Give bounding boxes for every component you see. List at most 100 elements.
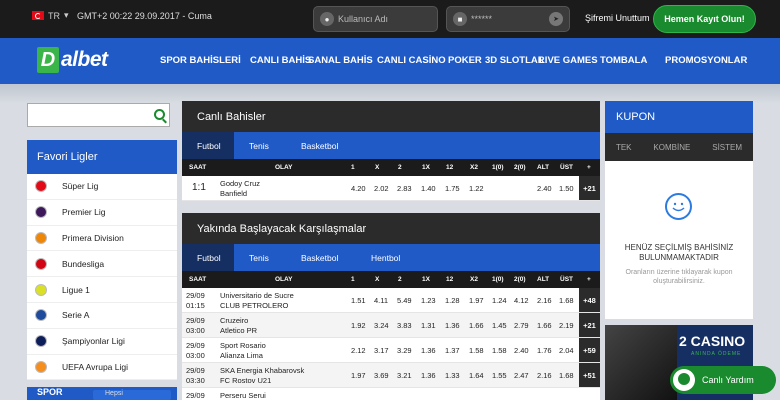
register-button[interactable]: Hemen Kayıt Olun! — [653, 5, 756, 33]
odds-cell[interactable]: 1.50 — [559, 184, 574, 193]
league-item[interactable]: Bundesliga — [27, 251, 177, 278]
coupon-hint: Oranların üzerine tıklayarak kupon oluşt… — [625, 269, 733, 285]
odds-cell[interactable]: 2.83 — [397, 184, 412, 193]
odds-cell[interactable]: 1.55 — [492, 371, 507, 380]
sport-tab[interactable]: Tenis — [234, 244, 286, 271]
nav-item[interactable]: 3D SLOTLAR — [485, 55, 545, 66]
odds-cell[interactable]: 4.12 — [514, 296, 529, 305]
column-header: 2(0) — [514, 276, 526, 283]
sport-tab[interactable]: Futbol — [182, 132, 234, 159]
odds-cell[interactable]: 3.17 — [374, 346, 389, 355]
odds-cell[interactable]: 1.40 — [421, 184, 436, 193]
forgot-password-link[interactable]: Şifremi Unuttum — [585, 13, 650, 23]
odds-cell[interactable]: 2.40 — [537, 184, 552, 193]
league-item[interactable]: Ligue 1 — [27, 277, 177, 303]
nav-item[interactable]: CANLI CASİNO — [377, 55, 446, 66]
match-teams[interactable]: Godoy Cruz Banfield — [220, 179, 260, 198]
odds-cell[interactable]: 1.51 — [351, 296, 366, 305]
more-markets-button[interactable]: +48 — [579, 288, 600, 312]
more-markets-button[interactable]: +51 — [579, 363, 600, 387]
match-teams[interactable]: Perseru Serui — [220, 391, 266, 400]
odds-cell[interactable]: 2.04 — [559, 346, 574, 355]
odds-cell[interactable]: 4.11 — [374, 296, 388, 305]
odds-cell[interactable]: 1.64 — [469, 371, 484, 380]
league-item[interactable]: Primera Division — [27, 226, 177, 252]
upcoming-sport-tabs: Futbol Tenis Basketbol Hentbol — [182, 244, 600, 271]
match-teams[interactable]: SKA Energia Khabarovsk FC Rostov U21 — [220, 366, 304, 385]
nav-item[interactable]: PROMOSYONLAR — [665, 55, 747, 66]
league-item[interactable]: Şampiyonlar Ligi — [27, 329, 177, 355]
odds-cell[interactable]: 1.36 — [421, 346, 436, 355]
sport-tab[interactable]: Basketbol — [286, 132, 356, 159]
language-selector[interactable]: TR ▾ — [32, 10, 69, 21]
odds-cell[interactable]: 3.83 — [397, 321, 412, 330]
odds-cell[interactable]: 3.69 — [374, 371, 389, 380]
odds-cell[interactable]: 1.92 — [351, 321, 366, 330]
odds-cell[interactable]: 1.28 — [445, 296, 460, 305]
coupon-tab[interactable]: KOMBİNE — [653, 143, 690, 152]
odds-cell[interactable]: 1.23 — [421, 296, 436, 305]
username-field[interactable]: ● Kullanıcı Adı — [313, 6, 438, 32]
coupon-tab[interactable]: SİSTEM — [712, 143, 742, 152]
league-item[interactable]: UEFA Avrupa Ligi — [27, 355, 177, 381]
league-item[interactable]: Süper Lig — [27, 174, 177, 200]
sport-tab[interactable]: Hentbol — [356, 244, 418, 271]
odds-cell[interactable]: 2.16 — [537, 296, 552, 305]
odds-cell[interactable]: 2.79 — [514, 321, 529, 330]
odds-cell[interactable]: 3.21 — [397, 371, 412, 380]
odds-cell[interactable]: 1.36 — [421, 371, 436, 380]
more-markets-button[interactable]: +59 — [579, 338, 600, 362]
odds-cell[interactable]: 2.12 — [351, 346, 366, 355]
odds-cell[interactable]: 2.16 — [537, 371, 552, 380]
odds-cell[interactable]: 1.97 — [469, 296, 484, 305]
sport-tab[interactable]: Tenis — [234, 132, 286, 159]
odds-cell[interactable]: 1.58 — [492, 346, 507, 355]
password-field[interactable]: ■ ****** ➤ — [446, 6, 570, 32]
league-item[interactable]: Premier Lig — [27, 200, 177, 226]
more-markets-button[interactable]: +21 — [579, 313, 600, 337]
odds-cell[interactable]: 1.36 — [445, 321, 460, 330]
nav-item[interactable]: CANLI BAHİS — [250, 55, 311, 66]
nav-item[interactable]: SANAL BAHİS — [308, 55, 373, 66]
odds-cell[interactable]: 3.29 — [397, 346, 412, 355]
odds-cell[interactable]: 1.68 — [559, 371, 574, 380]
match-teams[interactable]: Cruzeiro Atletico PR — [220, 316, 257, 335]
odds-cell[interactable]: 1.58 — [469, 346, 484, 355]
odds-cell[interactable]: 1.22 — [469, 184, 484, 193]
search-input[interactable] — [27, 103, 170, 127]
nav-item[interactable]: TOMBALA — [600, 55, 647, 66]
odds-cell[interactable]: 1.33 — [445, 371, 460, 380]
search-icon[interactable] — [154, 109, 165, 120]
match-teams[interactable]: Sport Rosario Alianza Lima — [220, 341, 266, 360]
sports-select[interactable]: Hepsi — [93, 390, 171, 400]
coupon-tab[interactable]: TEK — [616, 143, 632, 152]
match-teams[interactable]: Universitario de Sucre CLUB PETROLERO — [220, 291, 294, 310]
odds-cell[interactable]: 2.02 — [374, 184, 389, 193]
odds-cell[interactable]: 1.75 — [445, 184, 460, 193]
odds-cell[interactable]: 2.40 — [514, 346, 529, 355]
nav-item[interactable]: SPOR BAHİSLERİ — [160, 55, 241, 66]
login-arrow-icon[interactable]: ➤ — [549, 12, 563, 26]
odds-cell[interactable]: 1.37 — [445, 346, 460, 355]
odds-cell[interactable]: 1.66 — [537, 321, 552, 330]
odds-cell[interactable]: 1.45 — [492, 321, 507, 330]
nav-item[interactable]: POKER — [448, 55, 482, 66]
odds-cell[interactable]: 1.76 — [537, 346, 552, 355]
odds-cell[interactable]: 1.97 — [351, 371, 366, 380]
sport-tab[interactable]: Basketbol — [286, 244, 356, 271]
odds-cell[interactable]: 5.49 — [397, 296, 412, 305]
odds-cell[interactable]: 1.31 — [421, 321, 436, 330]
league-item[interactable]: Serie A — [27, 303, 177, 329]
odds-cell[interactable]: 3.24 — [374, 321, 389, 330]
odds-cell[interactable]: 2.47 — [514, 371, 529, 380]
sport-tab[interactable]: Futbol — [182, 244, 234, 271]
odds-cell[interactable]: 4.20 — [351, 184, 366, 193]
brand-logo[interactable]: Dalbet — [37, 47, 108, 73]
odds-cell[interactable]: 1.68 — [559, 296, 574, 305]
odds-cell[interactable]: 1.66 — [469, 321, 484, 330]
nav-item[interactable]: LIVE GAMES — [539, 55, 598, 66]
more-markets-button[interactable]: +21 — [579, 176, 600, 200]
odds-cell[interactable]: 2.19 — [559, 321, 574, 330]
live-support-button[interactable]: Canlı Yardım — [670, 366, 776, 394]
odds-cell[interactable]: 1.24 — [492, 296, 507, 305]
